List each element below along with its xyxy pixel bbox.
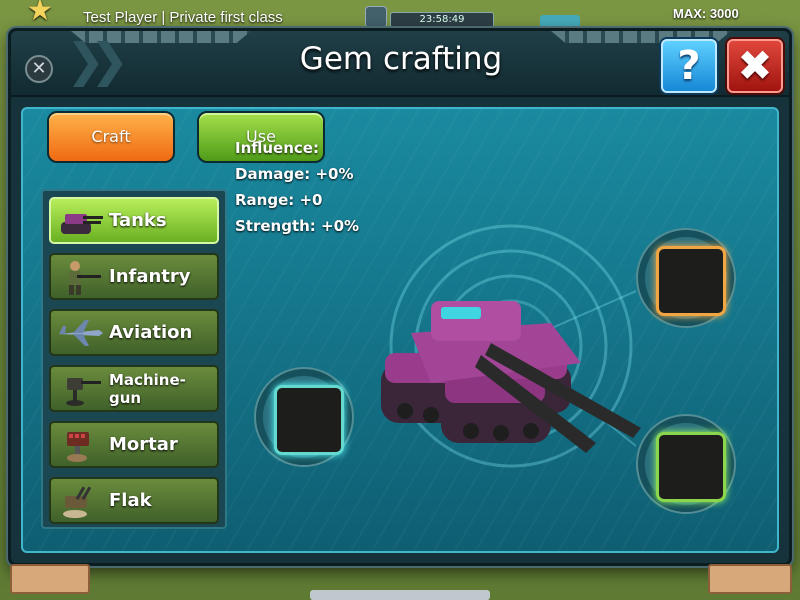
unit-item-mortar[interactable]: Mortar bbox=[49, 421, 219, 468]
gem-socket-bottom[interactable] bbox=[656, 432, 726, 502]
unit-label: Tanks bbox=[109, 209, 167, 231]
close-button[interactable]: ✖ bbox=[727, 39, 783, 93]
unit-label: Mortar bbox=[109, 433, 178, 455]
resource-bar bbox=[540, 15, 580, 29]
unit-label: Aviation bbox=[109, 321, 193, 343]
unit-item-infantry[interactable]: Infantry bbox=[49, 253, 219, 300]
unit-type-list: Tanks Infantry Aviation Machine-gun Mort… bbox=[41, 189, 227, 529]
gem-crafting-dialog: ✕ Gem crafting ? ✖ Craft Use Tanks Infan… bbox=[8, 28, 792, 566]
soldier-icon bbox=[69, 261, 101, 295]
unit-item-flak[interactable]: Flak bbox=[49, 477, 219, 524]
unit-item-aviation[interactable]: Aviation bbox=[49, 309, 219, 356]
base-building[interactable] bbox=[708, 564, 792, 594]
tab-craft[interactable]: Craft bbox=[47, 111, 175, 163]
bottom-toolbar bbox=[310, 590, 490, 600]
player-name: Test Player | Private first class bbox=[83, 9, 283, 26]
help-button[interactable]: ? bbox=[661, 39, 717, 93]
unit-label: Flak bbox=[109, 489, 152, 511]
gem-slot-top bbox=[636, 228, 736, 328]
chevron-right-icon bbox=[97, 41, 123, 87]
influence-stats: Influence: Damage: +0% Range: +0 Strengt… bbox=[235, 135, 359, 239]
dialog-header: ✕ Gem crafting ? ✖ bbox=[11, 31, 789, 97]
tank-illustration bbox=[381, 301, 641, 453]
unit-item-tanks[interactable]: Tanks bbox=[49, 197, 219, 244]
resource-icon[interactable] bbox=[365, 6, 387, 28]
unit-label: Machine-gun bbox=[109, 370, 186, 407]
chevron-right-icon bbox=[73, 41, 99, 87]
timer-readout: 23:58:49 bbox=[390, 12, 494, 28]
influence-heading: Influence: bbox=[235, 139, 319, 157]
base-building[interactable] bbox=[10, 564, 90, 594]
dialog-title: Gem crafting bbox=[299, 41, 503, 77]
max-capacity-label: MAX: 3000 bbox=[673, 6, 739, 21]
rank-star-icon: ★ bbox=[26, 0, 54, 28]
top-hud: ★ Test Player | Private first class 23:5… bbox=[0, 0, 800, 30]
jet-icon bbox=[59, 320, 103, 346]
tank-icon bbox=[61, 214, 103, 234]
gem-socket-top[interactable] bbox=[656, 246, 726, 316]
unit-label: Infantry bbox=[109, 265, 191, 287]
back-button[interactable]: ✕ bbox=[25, 55, 53, 83]
flak-icon bbox=[63, 486, 92, 518]
gem-slot-bottom bbox=[636, 414, 736, 514]
gem-socket-left[interactable] bbox=[274, 385, 344, 455]
range-stat: Range: +0 bbox=[235, 191, 323, 209]
damage-stat: Damage: +0% bbox=[235, 165, 354, 183]
machine-gun-icon bbox=[66, 378, 101, 406]
gem-slot-left bbox=[254, 367, 354, 467]
unit-item-machine-gun[interactable]: Machine-gun bbox=[49, 365, 219, 412]
strength-stat: Strength: +0% bbox=[235, 217, 360, 235]
mortar-icon bbox=[67, 432, 89, 462]
